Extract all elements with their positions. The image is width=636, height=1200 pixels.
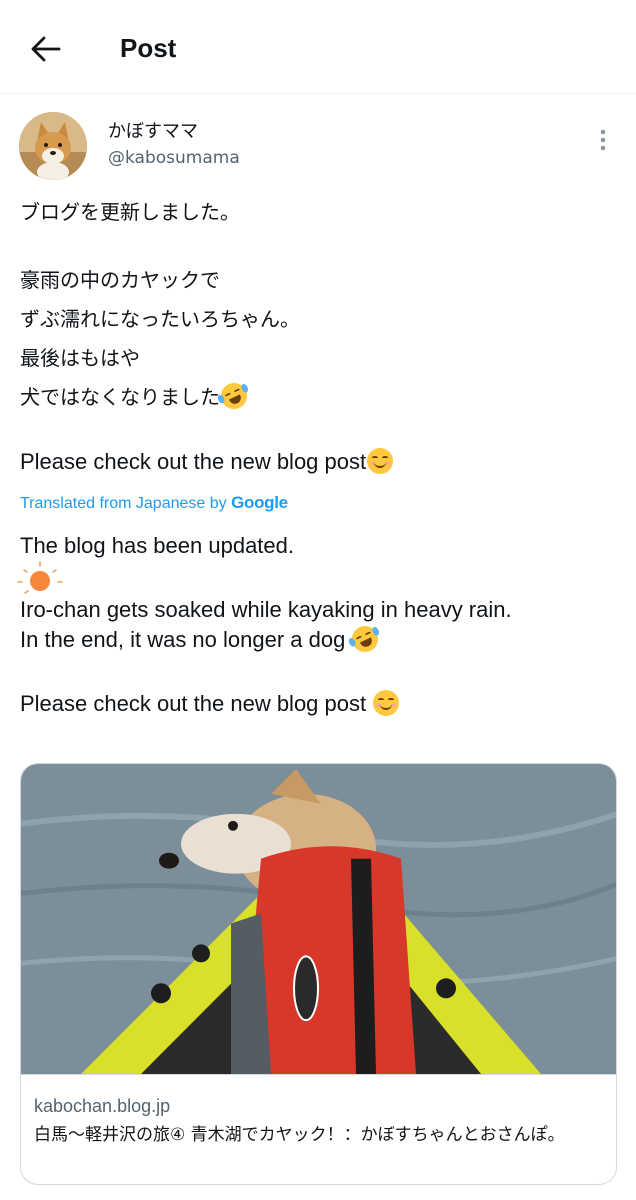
author-handle[interactable]: @kabosumama [108, 147, 240, 169]
arrow-left-icon [31, 36, 61, 62]
post-text-line: 豪雨の中のカヤックで [20, 268, 220, 292]
link-domain: kabochan.blog.jp [34, 1096, 171, 1116]
post-text: Please check out the new blog post [20, 449, 367, 474]
post-text: 犬ではなくなりました [20, 385, 220, 409]
link-preview-card[interactable]: kabochan.blog.jp 白馬～軽井沢の旅④ 青木湖でカヤック！：かぼす… [20, 763, 617, 1185]
rolling-on-floor-laughing-emoji [216, 378, 252, 414]
translated-text-line-with-emoji: Please check out the new blog post [20, 690, 400, 718]
translated-text-line: Iro-chan gets soaked while kayaking in h… [20, 597, 512, 622]
link-title: 白馬～軽井沢の旅④ 青木湖でカヤック！：かぼすちゃんとおさんぽ。 [34, 1125, 565, 1145]
post-text: In the end, it was no longer a dog [20, 627, 346, 652]
translated-text-line: The blog has been updated. [20, 533, 295, 558]
post-text-line-with-emoji: Please check out the new blog post [20, 448, 394, 476]
dog-in-kayak-image [21, 764, 616, 1075]
post-text-line-with-emoji: 犬ではなくなりました [20, 378, 252, 414]
shiba-dog-avatar-image [19, 112, 87, 180]
translated-from-label: Translated from Japanese by [20, 495, 227, 512]
author-display-name[interactable]: かぼすママ [108, 120, 198, 144]
avatar[interactable] [19, 112, 87, 180]
rolling-on-floor-laughing-emoji [348, 621, 383, 657]
post-text-line: ずぶ濡れになったいろちゃん。 [20, 307, 300, 331]
translation-attribution-link[interactable]: Translated from Japanese by Google [20, 492, 288, 515]
top-bar: Post [0, 0, 636, 94]
post-text-line: ブログを更新しました。 [20, 200, 240, 224]
back-button[interactable] [22, 26, 70, 72]
more-options-button[interactable] [590, 124, 616, 156]
page-title: Post [120, 33, 177, 63]
post-text-line: 最後はもはや [20, 346, 140, 370]
translated-text-line-with-emoji: In the end, it was no longer a dog [20, 621, 383, 657]
more-vertical-icon [600, 129, 606, 151]
smiling-face-emoji [367, 448, 394, 474]
smiling-face-emoji [373, 690, 400, 716]
post-text: Please check out the new blog post [20, 691, 367, 716]
google-logo: Google [231, 493, 288, 512]
